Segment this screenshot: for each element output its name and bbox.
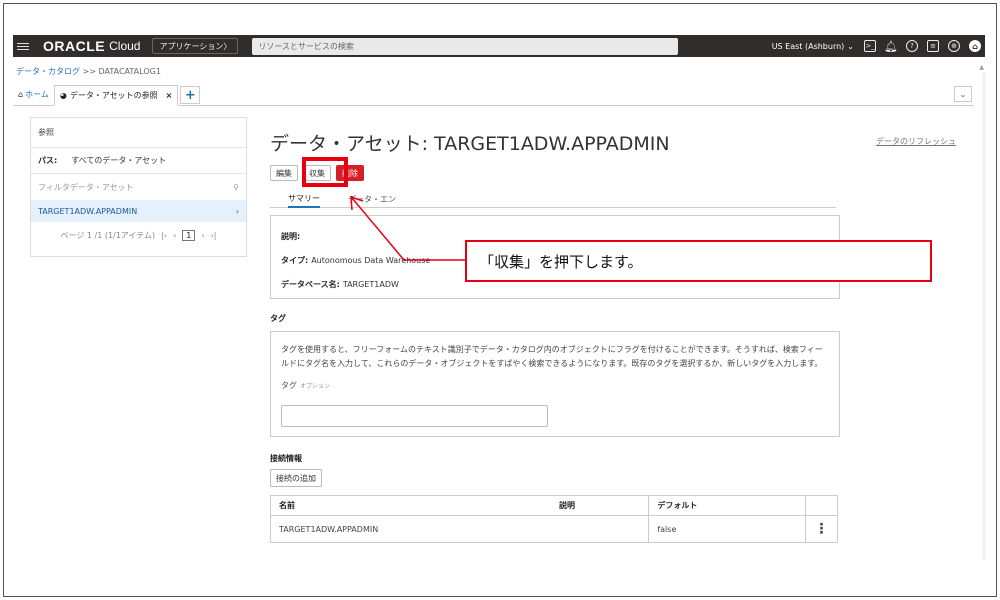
path-value: すべてのデータ・アセット — [71, 156, 167, 165]
tag-field-label: タグ オプション — [281, 379, 829, 394]
chevron-down-icon: ⌄ — [847, 41, 854, 51]
column-header-actions — [804, 495, 838, 516]
tags-heading: タグ — [270, 314, 286, 323]
tab-summary[interactable]: サマリー — [288, 190, 320, 208]
tags-panel: タグを使用すると、フリーフォームのテキスト識別子でデータ・カタログ内のオブジェク… — [270, 331, 840, 437]
connections-table: 名前 説明 デフォルト TARGET1ADW.APPADMIN false ⋮ — [270, 495, 838, 543]
edit-button[interactable]: 編集 — [270, 165, 298, 181]
data-asset-icon: ◕ — [59, 91, 67, 100]
last-page-icon[interactable]: ›| — [211, 231, 217, 240]
help-icon[interactable]: ? — [906, 40, 918, 52]
optional-label: オプション — [300, 383, 331, 390]
oracle-logo[interactable]: ORACLE — [43, 38, 105, 54]
page-title: データ・アセット: TARGET1ADW.APPADMIN — [270, 133, 670, 155]
type-label: タイプ: — [281, 255, 309, 265]
tab-data-entities[interactable]: データ・エン — [348, 190, 396, 208]
search-input[interactable]: リソースとサービスの検索 — [252, 37, 679, 55]
feedback-chat-icon[interactable]: ≡ — [927, 40, 939, 52]
top-navigation-bar: ORACLE Cloud アプリケーション〉 リソースとサービスの検索 US E… — [13, 35, 985, 57]
tab-browse-data-assets[interactable]: ◕ データ・アセットの参照 × — [53, 85, 179, 106]
breadcrumb: データ・カタログ >> DATACATALOG1 — [16, 66, 161, 77]
browse-panel: 参照 パス: すべてのデータ・アセット フィルタデータ・アセット ⚲ TARGE… — [30, 117, 247, 257]
region-selector[interactable]: US East (Ashburn) ⌄ — [772, 42, 854, 51]
database-value: TARGET1ADW — [342, 279, 399, 289]
scroll-up-icon[interactable]: ▲ — [979, 64, 984, 71]
database-label: データベース名: — [281, 279, 340, 289]
pager-text: ページ 1 /1 (1/1アイテム) — [60, 230, 156, 240]
column-header-default[interactable]: デフォルト — [648, 495, 806, 516]
announcements-bell-icon[interactable]: 🔔︎ — [884, 40, 898, 53]
tab-bar: ⌂ ホーム ◕ データ・アセットの参照 × + ⌄ — [13, 84, 974, 106]
connection-description — [551, 516, 649, 543]
chevron-right-icon: › — [235, 206, 239, 216]
tab-home[interactable]: ⌂ ホーム — [13, 84, 54, 105]
description-label: 説明: — [281, 231, 301, 241]
tags-help-text: タグを使用すると、フリーフォームのテキスト識別子でデータ・カタログ内のオブジェク… — [281, 345, 823, 368]
row-actions-kebab-icon[interactable]: ⋮ — [804, 515, 838, 543]
region-label: US East (Ashburn) — [771, 41, 845, 51]
cloud-shell-icon[interactable]: >_ — [864, 40, 876, 52]
sub-tab-bar: サマリー データ・エン — [270, 190, 836, 208]
list-item[interactable]: TARGET1ADW.APPADMIN › — [31, 200, 246, 222]
breadcrumb-data-catalog-link[interactable]: データ・カタログ — [16, 67, 80, 76]
column-header-description[interactable]: 説明 — [550, 495, 649, 516]
connections-heading: 接続情報 — [270, 454, 302, 463]
refresh-data-link[interactable]: データのリフレッシュ — [876, 136, 956, 147]
profile-avatar-icon[interactable]: ⌂ — [969, 40, 981, 52]
applications-label: アプリケーション〉 — [159, 41, 232, 51]
browse-panel-title: 参照 — [31, 118, 246, 148]
search-placeholder: リソースとサービスの検索 — [258, 41, 354, 51]
tag-input[interactable] — [281, 405, 548, 427]
data-asset-name: TARGET1ADW.APPADMIN — [38, 206, 138, 216]
breadcrumb-separator: >> — [80, 67, 99, 76]
tab-overflow-chevron-icon[interactable]: ⌄ — [954, 86, 972, 102]
home-icon: ⌂ — [18, 90, 24, 99]
path-label: パス: — [38, 156, 58, 165]
table-row: TARGET1ADW.APPADMIN false ⋮ — [271, 515, 838, 543]
first-page-icon[interactable]: |‹ — [161, 231, 167, 240]
breadcrumb-current: DATACATALOG1 — [98, 67, 161, 76]
callout-text: 「収集」を押下します。 — [479, 252, 643, 271]
table-header-row: 名前 説明 デフォルト — [270, 495, 838, 516]
add-connection-button[interactable]: 接続の追加 — [270, 469, 322, 487]
cloud-label: Cloud — [109, 39, 141, 53]
connection-name[interactable]: TARGET1ADW.APPADMIN — [271, 516, 551, 543]
menu-icon[interactable] — [17, 42, 29, 50]
pager: ページ 1 /1 (1/1アイテム) |‹ ‹ 1 › ›| — [31, 222, 246, 248]
filter-placeholder: フィルタデータ・アセット — [38, 182, 134, 192]
path-row: パス: すべてのデータ・アセット — [31, 148, 246, 174]
applications-button[interactable]: アプリケーション〉 — [152, 38, 239, 54]
tab-browse-label: データ・アセットの参照 — [69, 91, 158, 100]
add-tab-button[interactable]: + — [180, 86, 201, 104]
close-icon[interactable]: × — [166, 91, 173, 100]
page-number-input[interactable]: 1 — [182, 229, 196, 241]
type-value: Autonomous Data Warehouse — [311, 255, 431, 265]
search-icon: ⚲ — [233, 182, 239, 192]
harvest-highlight-box — [302, 157, 348, 187]
vertical-scrollbar[interactable] — [982, 72, 986, 560]
prev-page-icon[interactable]: ‹ — [173, 231, 176, 240]
tag-field-label-text: タグ — [281, 381, 297, 390]
language-globe-icon[interactable]: ⊕ — [948, 40, 960, 52]
connection-default: false — [648, 515, 806, 543]
tab-home-label: ホーム — [25, 90, 49, 99]
instruction-callout: 「収集」を押下します。 — [465, 240, 932, 282]
filter-data-assets-input[interactable]: フィルタデータ・アセット ⚲ — [31, 174, 246, 200]
next-page-icon[interactable]: › — [201, 231, 204, 240]
column-header-name[interactable]: 名前 — [270, 495, 551, 516]
